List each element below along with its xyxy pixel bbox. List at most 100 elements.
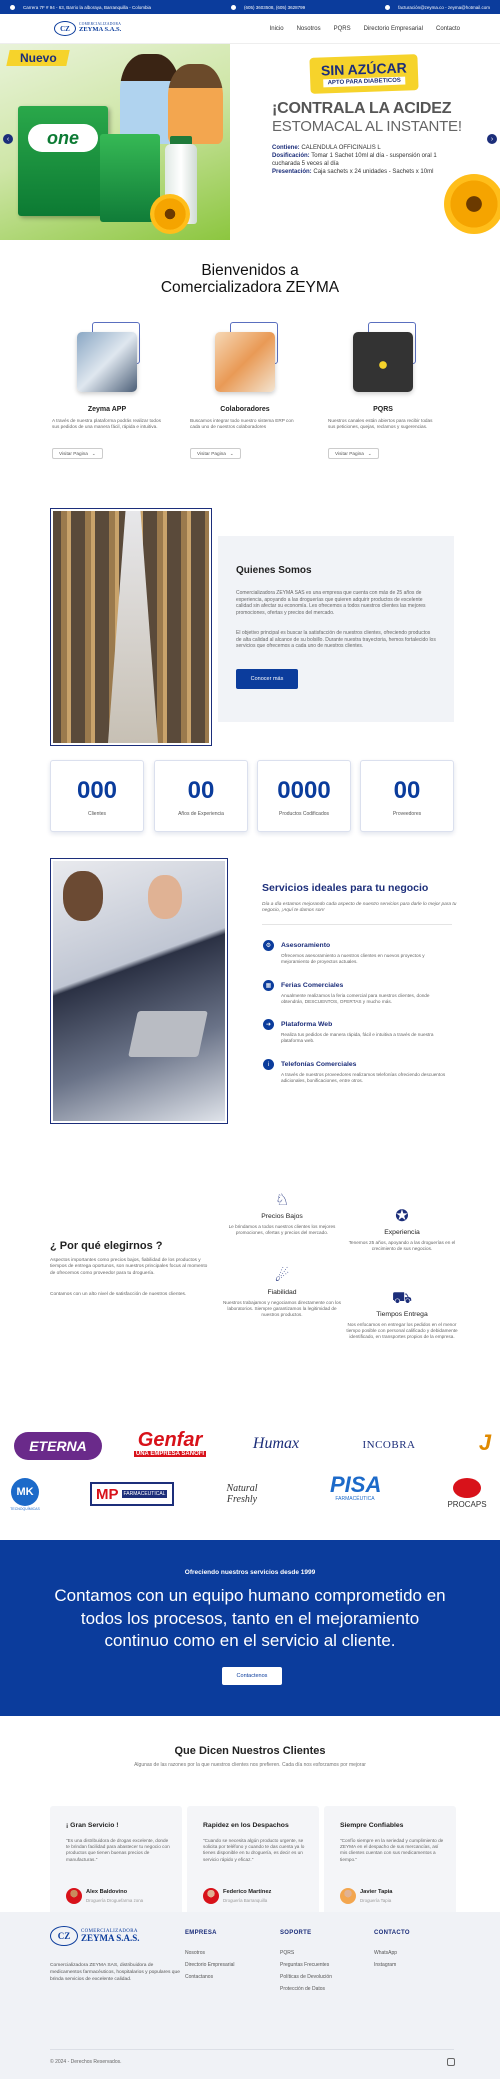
brand-humax: Humax (252, 1435, 300, 1452)
feature-desc: Le brindamos a todos nuestros clientes l… (228, 1224, 336, 1236)
testimonials-subtitle: Algunas de las razones por la que nuestr… (134, 1762, 366, 1768)
divider (262, 924, 452, 925)
new-ribbon: Nuevo (6, 50, 70, 66)
card-desc: Nuestros canales están abiertos para rec… (328, 418, 433, 430)
logo-mark: CZ (54, 21, 76, 36)
presentacion-label: Presentación: (272, 169, 312, 175)
visit-page-label: Visitar Pagina (59, 451, 88, 456)
medal-icon: ✪ (395, 1208, 409, 1225)
stat-value: 00 (393, 777, 421, 804)
dosificacion-label: Dosificación: (272, 153, 310, 159)
feature-reliability: ☄ Fiabilidad Nuestros trabajamos y negoc… (222, 1268, 342, 1319)
footer-col-soporte: SOPORTE PQRS Preguntas Frecuentes Políti… (280, 1930, 332, 1992)
brand-mp-name: MP (96, 1485, 119, 1503)
calendar-icon: ▦ (263, 980, 274, 991)
warehouse-image (50, 508, 212, 746)
brand-pisa: PISA FARMACÉUTICA (330, 1474, 381, 1503)
card-title: Colaboradores (220, 406, 270, 413)
page: Carrera 7F # 94 - 63, Barrio la alboraya… (0, 0, 500, 2079)
footer-col-empresa: EMPRESA Nosotros Directorio Empresarial … (185, 1930, 234, 1980)
footer-link[interactable]: Nosotros (185, 1950, 234, 1956)
card-image-app (77, 332, 137, 392)
location-icon (10, 4, 15, 10)
logo-line2: ZEYMA S.A.S. (79, 26, 122, 34)
phone-text[interactable]: (605) 3603508, (605) 3628799 (244, 5, 305, 10)
footer-link[interactable]: Contactanos (185, 1974, 234, 1980)
service-title: Ferias Comerciales (281, 982, 344, 989)
commitment-band: Ofreciendo nuestros servicios desde 1999… (0, 1540, 500, 1716)
footer-link[interactable]: Instagram (374, 1962, 410, 1968)
brand-partial: J (478, 1430, 492, 1455)
service-title: Asesoramiento (281, 942, 331, 949)
contiene-label: Contiene: (272, 145, 300, 151)
stat-label: Proveedores (392, 811, 422, 817)
footer-link[interactable]: Protección de Datos (280, 1986, 332, 1992)
card-image-pqrs (353, 332, 413, 392)
site-logo[interactable]: CZ COMERCIALIZADORA ZEYMA S.A.S. (54, 20, 134, 38)
brand-natural-freshly: Natural Freshly (226, 1483, 258, 1505)
contact-us-button[interactable]: Contactenos (222, 1667, 282, 1685)
welcome-title-2: Comercializadora ZEYMA (160, 279, 340, 296)
brand-mp-sub: FARMACEUTICAL (121, 1490, 168, 1498)
footer-link[interactable]: Preguntas Frecuentes (280, 1962, 332, 1968)
welcome-title-1: Bienvenidos a (201, 262, 299, 279)
nav-item-nosotros[interactable]: Nosotros (297, 26, 321, 32)
email-text[interactable]: facturación@zeyma.co - zeyma@hotmail.com (398, 5, 490, 10)
feature-low-prices: ♘ Precios Bajos Le brindamos a todos nue… (222, 1192, 342, 1236)
stat-label: Clientes (87, 811, 107, 817)
service-title: Telefonías Comerciales (281, 1061, 357, 1068)
testimonial-quote: "Cuando se necesita algún producto urgen… (203, 1838, 305, 1862)
visit-page-button[interactable]: Visitar Pagina ⌄ (52, 448, 103, 459)
footer-link[interactable]: Políticas de Devolución (280, 1974, 332, 1980)
visit-page-button[interactable]: Visitar Pagina ⌄ (328, 448, 379, 459)
piggy-bank-icon: ♘ (274, 1192, 290, 1209)
brand-mp: MP FARMACEUTICAL (90, 1482, 174, 1506)
service-desc: Ofrecemos asesoramiento a nuestros clien… (281, 953, 425, 965)
why-paragraph-2: Contamos con un alto nivel de satisfacci… (50, 1292, 187, 1297)
feature-title: Fiabilidad (267, 1289, 297, 1296)
about-panel (218, 536, 454, 722)
card-zeyma-app: Zeyma APP A través de nuestra plataforma… (52, 322, 162, 462)
footer-link[interactable]: Directorio Empresarial (185, 1962, 234, 1968)
nav-item-inicio[interactable]: Inicio (270, 26, 284, 32)
nav-item-pqrs[interactable]: PQRS (334, 26, 351, 32)
hero-headline-2: ESTOMACAL AL INSTANTE! (272, 118, 462, 135)
hero-headline-1: ¡CONTRALA LA ACIDEZ (272, 100, 452, 117)
brand-genfar-name: Genfar (137, 1429, 203, 1451)
presentacion-value: Caja sachets x 24 unidades - Sachets x 1… (313, 169, 434, 175)
visit-page-button[interactable]: Visitar Pagina ⌄ (190, 448, 241, 459)
brand-genfar-tag: UNA EMPRESA SANOFI (134, 1451, 206, 1457)
testimonial-heading: Rapidez en los Despachos (203, 1822, 289, 1829)
contiene-value: CALENDULA OFFICINALIS L (301, 145, 381, 151)
footer-link[interactable]: PQRS (280, 1950, 332, 1956)
nav-item-contacto[interactable]: Contacto (436, 26, 460, 32)
footer-link[interactable]: WhatsApp (374, 1950, 410, 1956)
testimonial-name: Javier Tapia (360, 1889, 393, 1895)
sugar-free-badge: SIN AZÚCAR APTO PARA DIABETICOS (309, 54, 419, 94)
slider-prev-button[interactable]: ‹ (3, 134, 13, 144)
badge-title: SIN AZÚCAR (320, 59, 407, 79)
nav-item-directorio[interactable]: Directorio Empresarial (364, 26, 423, 32)
feature-delivery: ⛟ Tiempos Entrega Nos enfocamos en entre… (342, 1290, 462, 1341)
top-contact-bar: Carrera 7F # 94 - 63, Barrio la alboraya… (0, 0, 500, 14)
testimonial-role: Droguería Droguefarma zona (86, 1898, 144, 1903)
handshake-icon: ☄ (274, 1268, 290, 1285)
avatar (203, 1888, 219, 1904)
slider-next-button[interactable]: › (487, 134, 497, 144)
testimonial-heading: Siempre Confiables (340, 1822, 404, 1829)
footer-logo[interactable]: CZ COMERCIALIZADORA ZEYMA S.A.S. (50, 1926, 140, 1946)
chevron-down-icon: ⌄ (367, 450, 372, 456)
stat-label: Años de Experiencia (178, 811, 224, 817)
hero-banner: one Nuevo SIN AZÚCAR APTO PARA DIABETICO… (0, 44, 500, 240)
instagram-icon[interactable] (447, 2058, 455, 2066)
feature-title: Precios Bajos (261, 1213, 303, 1220)
footer-col-title: EMPRESA (185, 1930, 217, 1936)
testimonial-name: Federico Martínez (223, 1889, 272, 1895)
why-paragraph-1: Aspectos importantes como precios bajos,… (50, 1258, 208, 1276)
about-paragraph-2: El objetivo principal es buscar la satis… (236, 630, 436, 649)
testimonial-card: ¡ Gran Servicio ! "Es una distribuidora … (50, 1806, 182, 1918)
card-title: PQRS (373, 406, 393, 413)
copyright: © 2024 - Derechos Reservados. (50, 2059, 122, 2065)
learn-more-button[interactable]: Conocer más (236, 669, 298, 689)
arrow-icon: ➜ (263, 1019, 274, 1030)
